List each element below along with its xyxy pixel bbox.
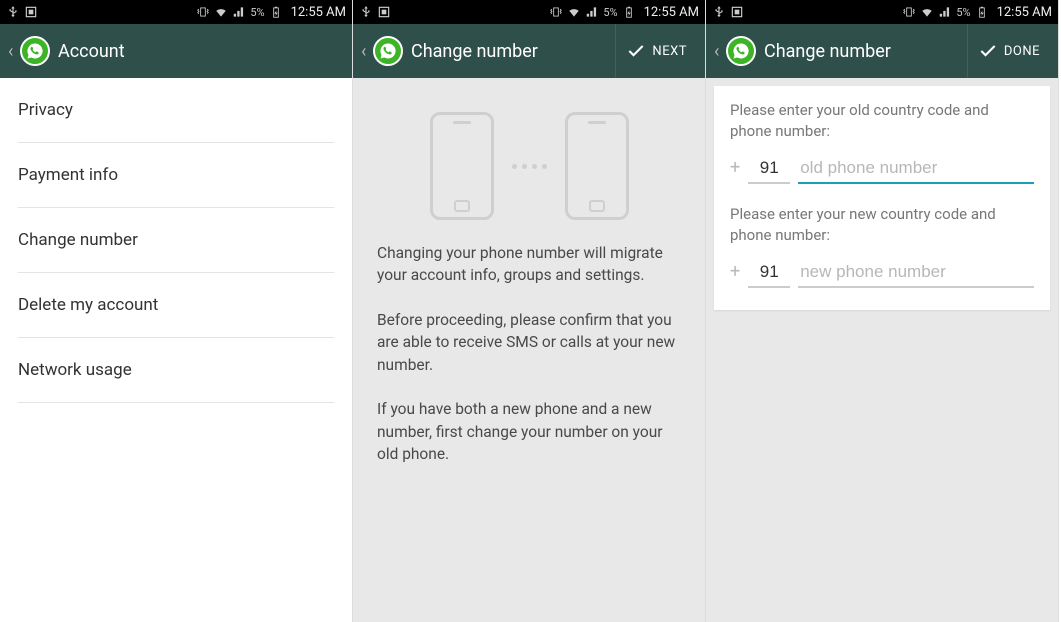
list-item-payment-info[interactable]: Payment info: [18, 143, 334, 208]
battery-percent: 5%: [603, 6, 617, 19]
battery-icon: [269, 5, 283, 19]
new-phone-number-input[interactable]: [798, 258, 1034, 288]
battery-icon: [975, 5, 989, 19]
status-time: 12:55 AM: [644, 5, 699, 20]
list-item-change-number[interactable]: Change number: [18, 208, 334, 273]
old-country-code-input[interactable]: [748, 154, 790, 184]
whatsapp-logo-icon[interactable]: [373, 36, 403, 66]
screen-change-number-info: 5% 12:55 AM ‹ Change number NEXT Changin…: [353, 0, 706, 622]
screen-change-number-form: 5% 12:55 AM ‹ Change number DONE Please …: [706, 0, 1059, 622]
action-bar: ‹ Change number NEXT: [353, 24, 705, 78]
screenshot-icon: [730, 5, 744, 19]
screenshot-icon: [377, 5, 391, 19]
screen-account: 5% 12:55 AM ‹ Account Privacy Payment in…: [0, 0, 353, 622]
wifi-icon: [214, 5, 228, 19]
check-icon: [978, 41, 998, 61]
prompt-old: Please enter your old country code and p…: [730, 100, 1034, 142]
signal-icon: [585, 5, 599, 19]
vibrate-icon: [902, 5, 916, 19]
phones-illustration-icon: [377, 100, 681, 242]
screenshot-icon: [24, 5, 38, 19]
signal-icon: [938, 5, 952, 19]
next-button[interactable]: NEXT: [615, 24, 697, 78]
signal-icon: [232, 5, 246, 19]
plus-icon: +: [730, 157, 740, 184]
status-time: 12:55 AM: [291, 5, 346, 20]
list-item-delete-account[interactable]: Delete my account: [18, 273, 334, 338]
vibrate-icon: [196, 5, 210, 19]
back-icon[interactable]: ‹: [8, 41, 18, 62]
plus-icon: +: [730, 261, 740, 288]
next-label: NEXT: [652, 44, 687, 59]
list-item-network-usage[interactable]: Network usage: [18, 338, 334, 403]
form-card: Please enter your old country code and p…: [714, 86, 1050, 310]
page-title: Change number: [411, 41, 615, 62]
vibrate-icon: [549, 5, 563, 19]
back-icon[interactable]: ‹: [714, 41, 724, 62]
info-paragraph-2: Before proceeding, please confirm that y…: [377, 309, 681, 376]
new-number-row: +: [730, 258, 1034, 288]
back-icon[interactable]: ‹: [361, 41, 371, 62]
whatsapp-logo-icon[interactable]: [726, 36, 756, 66]
wifi-icon: [920, 5, 934, 19]
status-bar: 5% 12:55 AM: [0, 0, 352, 24]
status-bar: 5% 12:55 AM: [706, 0, 1058, 24]
page-title: Account: [58, 41, 344, 62]
battery-percent: 5%: [250, 6, 264, 19]
settings-list: Privacy Payment info Change number Delet…: [0, 78, 352, 622]
status-bar: 5% 12:55 AM: [353, 0, 705, 24]
old-phone-number-input[interactable]: [798, 154, 1034, 184]
done-label: DONE: [1004, 44, 1040, 59]
info-content: Changing your phone number will migrate …: [353, 78, 705, 510]
action-bar: ‹ Account: [0, 24, 352, 78]
check-icon: [626, 41, 646, 61]
info-paragraph-1: Changing your phone number will migrate …: [377, 242, 681, 287]
status-time: 12:55 AM: [997, 5, 1052, 20]
prompt-new: Please enter your new country code and p…: [730, 204, 1034, 246]
usb-icon: [359, 5, 373, 19]
wifi-icon: [567, 5, 581, 19]
info-paragraph-3: If you have both a new phone and a new n…: [377, 398, 681, 465]
page-title: Change number: [764, 41, 967, 62]
action-bar: ‹ Change number DONE: [706, 24, 1058, 78]
list-item-privacy[interactable]: Privacy: [18, 78, 334, 143]
new-country-code-input[interactable]: [748, 258, 790, 288]
battery-icon: [622, 5, 636, 19]
usb-icon: [6, 5, 20, 19]
whatsapp-logo-icon[interactable]: [20, 36, 50, 66]
done-button[interactable]: DONE: [967, 24, 1050, 78]
usb-icon: [712, 5, 726, 19]
battery-percent: 5%: [956, 6, 970, 19]
old-number-row: +: [730, 154, 1034, 184]
